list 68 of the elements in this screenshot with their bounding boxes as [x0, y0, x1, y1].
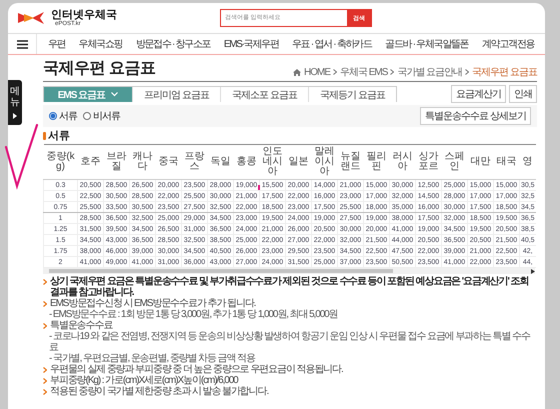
bullet-icon [43, 378, 47, 384]
breadcrumb-link[interactable]: HOME [304, 66, 330, 78]
bullet-icon [43, 301, 47, 307]
home-icon [292, 68, 301, 76]
column-header: 프랑스 [182, 144, 208, 180]
nav-link[interactable]: 우편 [48, 37, 66, 51]
detail-button[interactable]: 특별운송수수료 상세보기 [420, 107, 531, 125]
note-text: - EMS방문수수료 : 1회 방문 1통 당 3,000원, 추가 1통 당 1,000원, 최대 5,000원 [49, 309, 338, 320]
section-title: 서류 [48, 129, 70, 143]
bullet-icon [43, 367, 47, 373]
note-text: - 국가별, 우편요금별, 운송편별, 중량별 차등 금액 적용 [49, 353, 255, 364]
chevron-icon [390, 69, 394, 75]
column-header: 말레이시아 [312, 144, 338, 180]
radio-label[interactable]: 서류 [59, 109, 77, 123]
radio-label[interactable]: 비서류 [93, 109, 120, 123]
bullet-icon [43, 279, 47, 285]
column-header: 태국 [494, 144, 520, 180]
radio-button[interactable] [83, 112, 91, 120]
column-header: 브라질 [104, 144, 130, 180]
bullet-icon [43, 389, 47, 395]
note-text: 적용된 중량이 국가별 제한중량 초과 시 발송 불가합니다. [50, 386, 268, 397]
nav-link[interactable]: 방문접수 · 창구소포 [136, 37, 210, 51]
column-header: 일본 [286, 144, 312, 180]
breadcrumb-link[interactable]: 국제우편 요금표 [472, 65, 537, 79]
note-text: EMS방문접수신청 시 EMS방문수수료가 추가 됩니다. [50, 298, 256, 309]
column-header: 중국 [156, 144, 182, 180]
caret-icon [111, 92, 118, 97]
column-header: 인도네시아 [260, 144, 286, 180]
calculator-button[interactable]: 요금계산기 [451, 85, 506, 103]
column-header: 필리핀 [364, 144, 390, 180]
note-text: 우편물의 실제 중량과 부피중량 중 더 높은 중량으로 우편요금이 적용됩니다. [50, 364, 343, 375]
nav-link[interactable]: 우체국쇼핑 [78, 37, 122, 51]
side-menu-tab[interactable]: 메뉴 [8, 80, 22, 125]
column-header: 중량(kg) [44, 144, 78, 180]
column-header: 뉴질랜드 [338, 144, 364, 180]
note-text: 상기 국제우편 요금은 특별운송수수료 및 부가취급수수료가 제외된 것으로 수수료 등이 포함된 예상요금은 '요금계산기' 조회 결과를 참고바랍니다. [50, 276, 530, 298]
column-header: 영 [520, 144, 536, 180]
breadcrumb-link[interactable]: 국가별 요금안내 [397, 65, 462, 79]
logo-name: 인터넷우체국 [51, 10, 117, 20]
horizontal-scrollbar[interactable] [43, 268, 535, 274]
nav-link[interactable]: 계약고객전용 [482, 37, 534, 51]
breadcrumb-link[interactable]: 우체국 EMS [340, 65, 388, 79]
column-header: 러시아 [390, 144, 416, 180]
check-mark-drawing [4, 124, 38, 190]
column-header: 홍콩 [234, 144, 260, 180]
nav-link[interactable]: 골드바 · 우체국알뜰폰 [385, 37, 468, 51]
nav-link[interactable]: EMS·국제우편 [224, 37, 278, 51]
note-text: - 코로나19 와 같은 전염병, 전쟁지역 등 운송의 비상상황 발생하여 항공기 운임 인상 시 우편물 접수 요금에 부과하는 특별 수수료 [49, 331, 532, 353]
radio-button[interactable] [49, 112, 57, 120]
column-header: 대만 [468, 144, 494, 180]
column-header: 호주 [78, 144, 104, 180]
arrow-icon[interactable] [531, 268, 535, 274]
note-text: 부피중량(Kg) : 가로(cm)X세로(cm)X높이(cm)/6,000 [50, 375, 238, 386]
print-button[interactable]: 인쇄 [509, 85, 537, 103]
bullet-icon [43, 323, 47, 329]
column-header: 스페인 [442, 144, 468, 180]
arrow-icon [13, 113, 17, 119]
menu-icon[interactable] [16, 40, 28, 48]
highlight-marker [258, 185, 260, 190]
nav-link[interactable]: 우표 · 엽서 · 축하카드 [292, 37, 372, 51]
chevron-icon [332, 69, 337, 75]
chevron-icon [465, 69, 470, 75]
column-header: 독일 [208, 144, 234, 180]
side-tab-label: 메뉴 [10, 86, 20, 108]
page-title: 국제우편 요금표 [43, 59, 156, 79]
column-header: 캐나다 [130, 144, 156, 180]
note-text: 특별운송수수료 [50, 320, 112, 331]
column-header: 싱가포르 [416, 144, 442, 180]
